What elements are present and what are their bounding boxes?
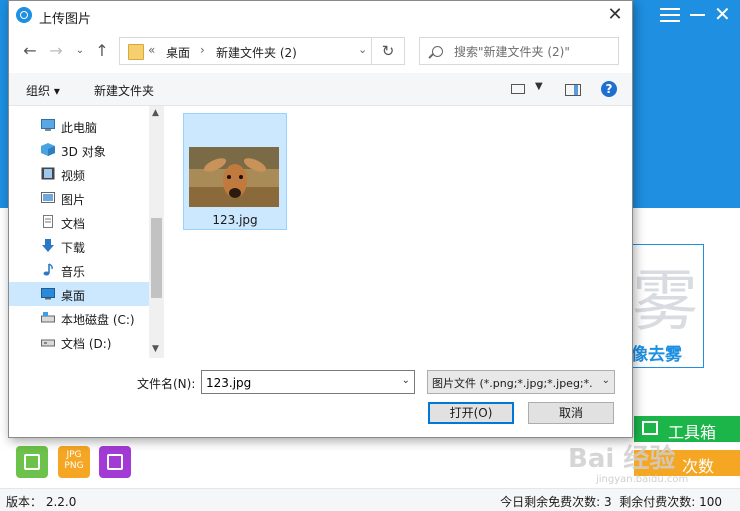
nav-item-documents[interactable]: 文档: [9, 210, 149, 234]
paid-count-value: 100: [699, 495, 722, 509]
open-button[interactable]: 打开(O): [428, 402, 514, 424]
free-count-value: 3: [603, 495, 612, 509]
filename-dropdown-icon[interactable]: ⌄: [402, 375, 410, 386]
nav-label: 图片: [61, 193, 86, 207]
scroll-thumb[interactable]: [151, 218, 162, 298]
nav-item-this-pc[interactable]: 此电脑: [9, 114, 149, 138]
nav-item-3d-objects[interactable]: 3D 对象: [9, 138, 149, 162]
forward-arrow-icon[interactable]: →: [47, 41, 65, 61]
folder-icon: [128, 44, 144, 60]
watermark: Bai 经验: [568, 444, 676, 474]
help-icon[interactable]: ?: [601, 81, 617, 97]
nav-scrollbar[interactable]: ▲ ▼: [149, 106, 164, 358]
view-mode-icon[interactable]: [511, 84, 525, 94]
address-dropdown-icon[interactable]: ⌄: [358, 43, 367, 56]
scroll-down-icon[interactable]: ▼: [152, 344, 159, 354]
pictures-icon: [41, 192, 55, 203]
nav-item-downloads[interactable]: 下载: [9, 234, 149, 258]
nav-item-desktop[interactable]: 桌面: [9, 282, 149, 306]
version-value: 2.2.0: [45, 495, 77, 509]
file-name: 123.jpg: [212, 213, 258, 227]
breadcrumb-desktop[interactable]: 桌面: [166, 44, 190, 61]
file-thumbnail: [189, 147, 279, 207]
qr-tool-icon[interactable]: [16, 446, 48, 478]
download-icon: [42, 239, 54, 252]
toolbox-icon: [642, 421, 658, 435]
nav-label: 文档: [61, 217, 86, 231]
nav-label: 音乐: [61, 265, 86, 279]
refresh-icon: ↻: [381, 42, 395, 60]
nav-label: 本地磁盘 (C:): [61, 313, 135, 327]
command-bar: 组织 ▾ 新建文件夹 ▼ ?: [9, 73, 632, 106]
computer-icon: [41, 119, 55, 131]
breadcrumb-separator-icon: ›: [200, 43, 205, 57]
3d-objects-icon: [41, 143, 55, 156]
view-dropdown-icon[interactable]: ▼: [535, 81, 543, 92]
dehaze-glyph: 雾: [632, 263, 698, 340]
nav-label: 此电脑: [61, 121, 98, 135]
navigation-pane: 此电脑 3D 对象 视频 图片 文档 下载 音乐 桌面 本地磁盘 (C:) 文档…: [9, 106, 164, 358]
file-list: 123.jpg: [167, 106, 632, 358]
filetype-dropdown-icon: ⌄: [601, 375, 610, 386]
scroll-up-icon[interactable]: ▲: [152, 108, 159, 118]
cancel-button[interactable]: 取消: [528, 402, 614, 424]
app-logo-icon: [16, 7, 32, 23]
up-arrow-icon[interactable]: ↑: [93, 41, 111, 61]
drive-icon: [41, 312, 55, 323]
video-icon: [41, 167, 55, 180]
nav-item-drive-c[interactable]: 本地磁盘 (C:): [9, 306, 149, 330]
nav-item-music[interactable]: 音乐: [9, 258, 149, 282]
organize-menu[interactable]: 组织 ▾: [26, 82, 60, 99]
status-bar: 版本： 2.2.0 今日剩余免费次数: 3 剩余付费次数: 100: [0, 488, 740, 511]
nav-item-drive-d[interactable]: 文档 (D:): [9, 330, 149, 354]
filetype-value: 图片文件 (*.png;*.jpg;*.jpeg;*.: [432, 377, 593, 390]
jpg-png-convert-icon[interactable]: JPG PNG: [58, 446, 90, 478]
crop-tool-icon[interactable]: [99, 446, 131, 478]
version-text: 版本： 2.2.0: [6, 495, 77, 509]
address-chevrons[interactable]: «: [148, 43, 155, 57]
breadcrumb-folder[interactable]: 新建文件夹 (2): [216, 44, 297, 61]
filename-field[interactable]: ⌄: [201, 370, 415, 394]
watermark-url: jingyan.baidu.com: [596, 474, 689, 485]
filename-input[interactable]: [204, 373, 394, 393]
preview-pane-icon[interactable]: [565, 84, 581, 96]
file-item[interactable]: 123.jpg: [183, 113, 287, 230]
nav-label: 文档 (D:): [61, 337, 112, 351]
minimize-icon[interactable]: [690, 14, 705, 16]
refresh-button[interactable]: ↻: [371, 37, 405, 65]
filename-label: 文件名(N):: [137, 377, 196, 391]
nav-label: 下载: [61, 241, 86, 255]
address-bar[interactable]: « 桌面 › 新建文件夹 (2) ⌄: [119, 37, 405, 65]
dehaze-label: 像去雾: [631, 345, 682, 365]
nav-item-videos[interactable]: 视频: [9, 162, 149, 186]
dialog-close-icon[interactable]: ✕: [604, 4, 626, 26]
new-folder-button[interactable]: 新建文件夹: [94, 82, 154, 99]
search-box[interactable]: [419, 37, 619, 65]
dialog-titlebar[interactable]: 上传图片 ✕: [9, 1, 632, 31]
usage-counts: 今日剩余免费次数: 3 剩余付费次数: 100: [500, 493, 722, 510]
paid-count-label: 剩余付费次数:: [619, 495, 696, 509]
desktop-icon: [41, 288, 55, 300]
free-count-label: 今日剩余免费次数:: [500, 495, 601, 509]
search-icon: [432, 46, 443, 57]
search-input[interactable]: [452, 39, 616, 65]
upload-dialog: 上传图片 ✕ ← → ⌄ ↑ « 桌面 › 新建文件夹 (2) ⌄ ↻ 组织 ▾…: [8, 0, 633, 438]
documents-icon: [43, 215, 53, 228]
back-arrow-icon[interactable]: ←: [21, 41, 39, 61]
nav-label: 视频: [61, 169, 86, 183]
menu-icon[interactable]: [660, 8, 680, 22]
drive-icon: [41, 339, 55, 347]
nav-item-pictures[interactable]: 图片: [9, 186, 149, 210]
close-icon[interactable]: ✕: [714, 4, 731, 24]
nav-label: 3D 对象: [61, 145, 106, 159]
dialog-title: 上传图片: [39, 12, 92, 27]
filetype-select[interactable]: 图片文件 (*.png;*.jpg;*.jpeg;*. ⌄: [427, 370, 615, 394]
recent-dropdown-icon[interactable]: ⌄: [71, 41, 89, 61]
nav-label: 桌面: [61, 289, 86, 303]
music-icon: [43, 263, 53, 276]
